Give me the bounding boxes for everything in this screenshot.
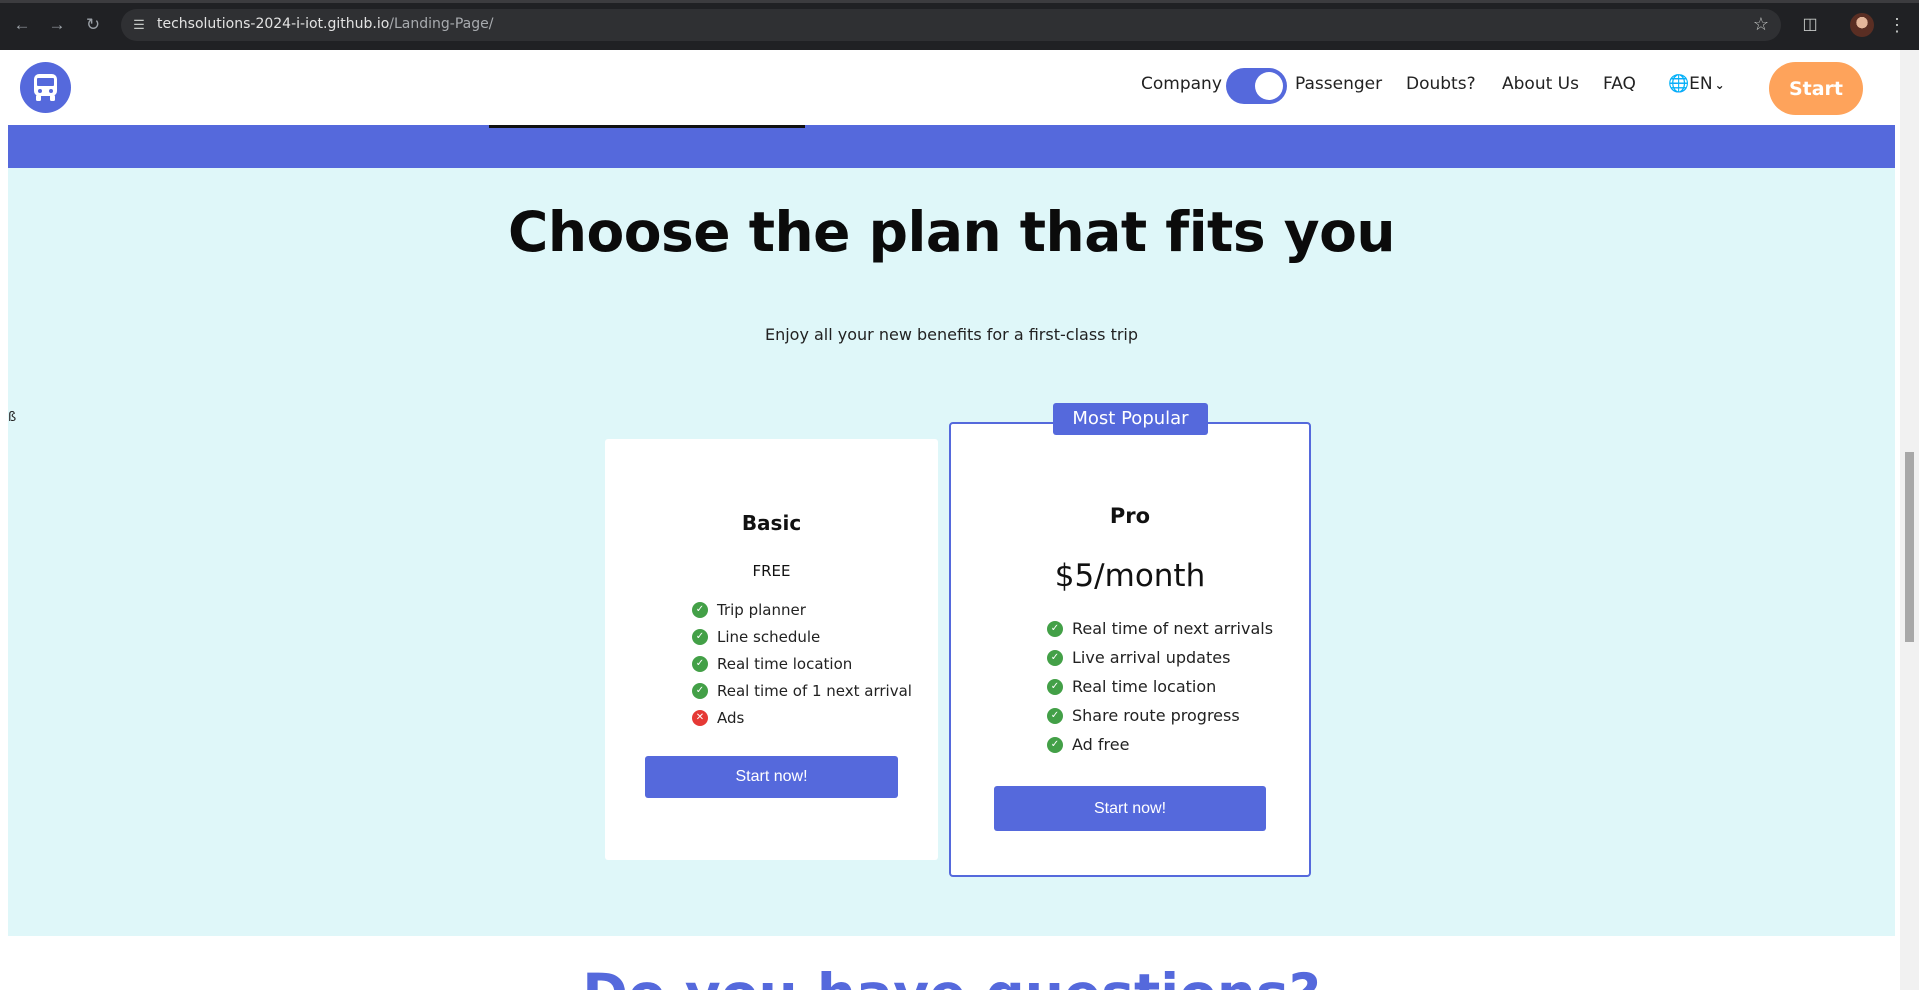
feature-item: ✓ Ad free: [1047, 730, 1273, 759]
back-icon[interactable]: ←: [10, 13, 34, 37]
pricing-title: Choose the plan that fits you: [507, 200, 1396, 264]
band-underline: [489, 125, 805, 128]
start-now-button-basic[interactable]: Start now!: [645, 756, 898, 798]
url-path: /Landing-Page/: [389, 16, 494, 32]
chevron-down-icon: ⌄: [1714, 78, 1725, 92]
plan-card-basic: Basic FREE ✓ Trip planner ✓ Line schedule …: [605, 439, 938, 860]
bus-logo-icon[interactable]: [20, 62, 71, 113]
check-circle-icon: ✓: [692, 628, 708, 645]
feature-item: ✓ Real time location: [692, 650, 912, 677]
feature-item: ✓ Real time of 1 next arrival: [692, 677, 912, 704]
feature-text: Real time location: [717, 654, 853, 673]
plan-price: FREE: [752, 562, 791, 580]
forward-icon[interactable]: →: [45, 13, 69, 37]
url-text[interactable]: techsolutions-2024-i-iot.github.io/Landi…: [157, 16, 493, 32]
browser-menu-icon[interactable]: ⋮: [1888, 13, 1906, 37]
check-circle-icon: ✓: [1047, 736, 1063, 753]
passenger-label[interactable]: Passenger: [1295, 74, 1382, 94]
feature-list: ✓ Real time of next arrivals ✓ Live arriva…: [1047, 614, 1273, 759]
hero-band: [8, 125, 1895, 168]
site-header: Company Passenger Doubts? About Us FAQ 🌐…: [0, 50, 1900, 125]
company-label[interactable]: Company: [1141, 74, 1222, 94]
pricing-subtitle: Enjoy all your new benefits for a first-…: [764, 325, 1139, 344]
feature-item: ✓ Trip planner: [692, 596, 912, 623]
scrollbar-thumb[interactable]: [1905, 452, 1914, 642]
check-circle-icon: ✓: [692, 682, 708, 699]
reload-icon[interactable]: ↻: [81, 13, 105, 37]
check-circle-icon: ✓: [1047, 707, 1063, 724]
feature-item: ✓ Line schedule: [692, 623, 912, 650]
feature-text: Trip planner: [717, 600, 806, 619]
nav-faq[interactable]: FAQ: [1603, 74, 1636, 94]
check-circle-icon: ✓: [1047, 620, 1063, 637]
stray-glyph: ß: [8, 410, 17, 425]
page-scrollbar[interactable]: [1900, 50, 1919, 990]
browser-toolbar: ← → ↻ ☰ techsolutions-2024-i-iot.github.…: [0, 0, 1919, 50]
feature-text: Real time of next arrivals: [1072, 619, 1274, 638]
feature-text: Live arrival updates: [1072, 648, 1231, 667]
profile-avatar[interactable]: [1850, 13, 1874, 37]
globe-icon: 🌐: [1668, 74, 1690, 94]
site-info-icon[interactable]: ☰: [131, 17, 147, 33]
tab-strip: [0, 0, 1919, 3]
check-circle-icon: ✓: [1047, 649, 1063, 666]
extensions-icon[interactable]: ◫: [1798, 13, 1822, 37]
feature-list: ✓ Trip planner ✓ Line schedule ✓ Real time …: [692, 596, 912, 731]
address-bar[interactable]: ☰ techsolutions-2024-i-iot.github.io/Lan…: [121, 9, 1781, 41]
plan-price: $5/month: [1054, 558, 1206, 594]
feature-item: ✓ Real time location: [1047, 672, 1273, 701]
feature-text: Ad free: [1072, 735, 1130, 754]
url-host: techsolutions-2024-i-iot.github.io: [157, 16, 390, 32]
feature-text: Ads: [717, 708, 745, 727]
plan-card-pro: Pro $5/month ✓ Real time of next arrivals…: [949, 422, 1311, 877]
x-circle-icon: ✕: [692, 709, 708, 726]
plan-name: Basic: [741, 511, 802, 535]
feature-item: ✓ Real time of next arrivals: [1047, 614, 1273, 643]
nav-about-us[interactable]: About Us: [1502, 74, 1579, 94]
plan-name: Pro: [1109, 504, 1151, 528]
feature-item: ✓ Share route progress: [1047, 701, 1273, 730]
language-code: EN: [1689, 74, 1713, 94]
feature-text: Share route progress: [1072, 706, 1240, 725]
feature-text: Line schedule: [717, 627, 821, 646]
check-circle-icon: ✓: [1047, 678, 1063, 695]
bookmark-star-icon[interactable]: ☆: [1753, 14, 1769, 35]
feature-item: ✓ Live arrival updates: [1047, 643, 1273, 672]
feature-text: Real time location: [1072, 677, 1217, 696]
start-now-button-pro[interactable]: Start now!: [994, 786, 1266, 831]
check-circle-icon: ✓: [692, 655, 708, 672]
feature-item: ✕ Ads: [692, 704, 912, 731]
nav-doubts[interactable]: Doubts?: [1406, 74, 1476, 94]
company-passenger-toggle[interactable]: [1226, 68, 1287, 104]
faq-section-title: Do you have questions?: [0, 962, 1903, 990]
check-circle-icon: ✓: [692, 601, 708, 618]
feature-text: Real time of 1 next arrival: [717, 681, 912, 700]
most-popular-badge: Most Popular: [1053, 403, 1208, 435]
toggle-knob: [1255, 72, 1283, 100]
language-selector[interactable]: 🌐EN ⌄: [1668, 74, 1725, 94]
start-button[interactable]: Start: [1769, 62, 1863, 115]
